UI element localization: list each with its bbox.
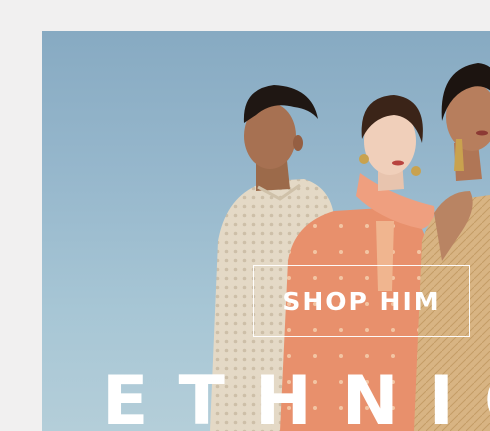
hero-banner[interactable]: SHOP HIM ETHNIC [42, 31, 490, 431]
shop-him-button[interactable]: SHOP HIM [253, 265, 470, 337]
banner-headline: ETHNIC [102, 362, 490, 431]
shop-him-label: SHOP HIM [282, 286, 441, 316]
page: SHOP HIM ETHNIC [0, 0, 490, 431]
